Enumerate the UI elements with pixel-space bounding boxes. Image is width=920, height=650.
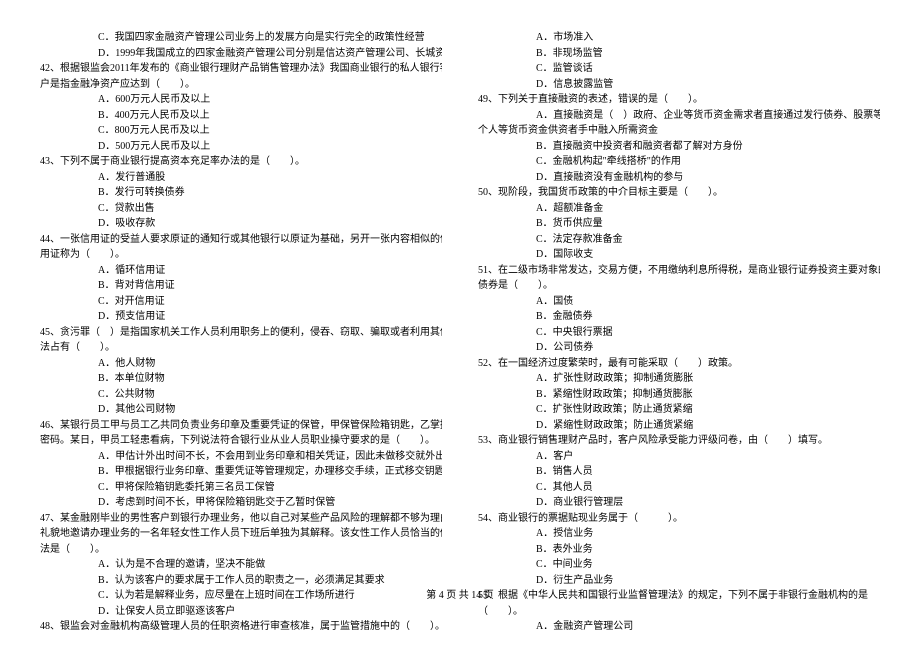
right-line: B．销售人员	[478, 464, 880, 480]
left-line: B．发行可转换债券	[40, 185, 442, 201]
left-line: D．考虑到时间不长，甲将保险箱钥匙交于乙暂时保管	[40, 495, 442, 511]
right-line: C．其他人员	[478, 480, 880, 496]
left-line: 43、下列不属于商业银行提高资本充足率办法的是（ ）。	[40, 154, 442, 170]
right-line: A．国债	[478, 294, 880, 310]
right-line: D．信息披露监管	[478, 77, 880, 93]
left-line: D．其他公司财物	[40, 402, 442, 418]
right-line: A．市场准入	[478, 30, 880, 46]
right-line: 52、在一国经济过度繁荣时，最有可能采取（ ）政策。	[478, 356, 880, 372]
right-line: （ ）。	[478, 604, 880, 620]
right-line: B．表外业务	[478, 542, 880, 558]
left-line: D．500万元人民币及以上	[40, 139, 442, 155]
right-line: 53、商业银行销售理财产品时，客户风险承受能力评级问卷，由（ ）填写。	[478, 433, 880, 449]
left-line: 46、某银行员工甲与员工乙共同负责业务印章及重要凭证的保管，甲保管保险箱钥匙，乙…	[40, 418, 442, 434]
right-line: B．金融债券	[478, 309, 880, 325]
left-line: B．背对背信用证	[40, 278, 442, 294]
right-line: A．金融资产管理公司	[478, 619, 880, 635]
left-line: C．我国四家金融资产管理公司业务上的发展方向是实行完全的政策性经营	[40, 30, 442, 46]
right-line: B．非现场监管	[478, 46, 880, 62]
right-line: 50、现阶段，我国货币政策的中介目标主要是（ ）。	[478, 185, 880, 201]
left-line: C．800万元人民币及以上	[40, 123, 442, 139]
left-line: D．预支信用证	[40, 309, 442, 325]
right-line: A．授信业务	[478, 526, 880, 542]
left-line: 礼貌地邀请办理业务的一名年轻女性工作人员下班后单独为其解释。该女性工作人员恰当的…	[40, 526, 442, 542]
right-line: A．扩张性财政政策；抑制通货膨胀	[478, 371, 880, 387]
right-line: C．金融机构起"牵线搭桥"的作用	[478, 154, 880, 170]
left-line: A．600万元人民币及以上	[40, 92, 442, 108]
left-line: A．他人财物	[40, 356, 442, 372]
left-line: 户是指金融净资产应达到（ ）。	[40, 77, 442, 93]
right-line: A．超额准备金	[478, 201, 880, 217]
left-line: 密码。某日，甲员工轻患看病，下列说法符合银行业从业人员职业操守要求的是（ ）。	[40, 433, 442, 449]
right-line: A．客户	[478, 449, 880, 465]
left-line: A．循环信用证	[40, 263, 442, 279]
left-line: A．发行普通股	[40, 170, 442, 186]
left-line: 用证称为（ ）。	[40, 247, 442, 263]
left-line: D．吸收存款	[40, 216, 442, 232]
right-line: D．公司债券	[478, 340, 880, 356]
left-line: C．对开信用证	[40, 294, 442, 310]
right-line: 个人等货币资金供资者手中融入所需资金	[478, 123, 880, 139]
right-line: 54、商业银行的票据贴现业务属于（ ）。	[478, 511, 880, 527]
right-line: D．直接融资没有金融机构的参与	[478, 170, 880, 186]
right-line: 55、根据《中华人民共和国银行业监督管理法》的规定，下列不属于非银行金融机构的是	[478, 588, 880, 604]
left-line: 法占有（ ）。	[40, 340, 442, 356]
right-line: C．监管谈话	[478, 61, 880, 77]
left-line: B．甲根据银行业务印章、重要凭证等管理规定，办理移交手续，正式移交钥匙后外出看病	[40, 464, 442, 480]
left-line: 45、贪污罪（ ）是指国家机关工作人员利用职务上的便利，侵吞、窃取、骗取或者利用…	[40, 325, 442, 341]
left-line: D．1999年我国成立的四家金融资产管理公司分别是信达资产管理公司、长城资产管理…	[40, 46, 442, 62]
left-line: B．本单位财物	[40, 371, 442, 387]
right-line: C．中央银行票据	[478, 325, 880, 341]
exam-page: C．我国四家金融资产管理公司业务上的发展方向是实行完全的政策性经营D．1999年…	[0, 0, 920, 580]
right-line: C．扩张性财政政策；防止通货紧缩	[478, 402, 880, 418]
right-line: D．衍生产品业务	[478, 573, 880, 589]
left-line: 44、一张信用证的受益人要求原证的通知行或其他银行以原证为基础，另开一张内容相似…	[40, 232, 442, 248]
left-line: C．认为若是解释业务，应尽量在上班时间在工作场所进行	[40, 588, 442, 604]
left-line: 47、某金融刚毕业的男性客户到银行办理业务，他以自己对某些产品风险的理解都不够为…	[40, 511, 442, 527]
left-line: 法是（ ）。	[40, 542, 442, 558]
right-line: D．商业银行管理层	[478, 495, 880, 511]
left-line: B．400万元人民币及以上	[40, 108, 442, 124]
left-line: 42、根据银监会2011年发布的《商业银行理财产品销售管理办法》我国商业银行的私…	[40, 61, 442, 77]
left-line: C．贷款出售	[40, 201, 442, 217]
right-line: D．紧缩性财政政策；防止通货紧缩	[478, 418, 880, 434]
right-line: C．法定存款准备金	[478, 232, 880, 248]
left-line: D．让保安人员立即驱逐该客户	[40, 604, 442, 620]
right-line: B．紧缩性财政政策；抑制通货膨胀	[478, 387, 880, 403]
right-line: 49、下列关于直接融资的表述，错误的是（ ）。	[478, 92, 880, 108]
right-line: A．直接融资是（ ）政府、企业等货币资金需求者直接通过发行债券、股票等形式，从机…	[478, 108, 880, 124]
left-line: 48、银监会对金融机构高级管理人员的任职资格进行审查核准，属于监管措施中的（ ）…	[40, 619, 442, 635]
right-line: 51、在二级市场非常发达，交易方便，不用缴纳利息所得税，是商业银行证券投资主要对…	[478, 263, 880, 279]
left-line: A．认为是不合理的邀请，坚决不能做	[40, 557, 442, 573]
right-line: D．国际收支	[478, 247, 880, 263]
right-line: 债券是（ ）。	[478, 278, 880, 294]
left-column: C．我国四家金融资产管理公司业务上的发展方向是实行完全的政策性经营D．1999年…	[40, 30, 460, 580]
right-column: A．市场准入B．非现场监管C．监管谈话D．信息披露监管49、下列关于直接融资的表…	[460, 30, 880, 580]
left-line: C．公共财物	[40, 387, 442, 403]
right-line: B．货币供应量	[478, 216, 880, 232]
right-line: C．中间业务	[478, 557, 880, 573]
left-line: C．甲将保险箱钥匙委托第三名员工保管	[40, 480, 442, 496]
left-line: A．甲估计外出时间不长，不会用到业务印章和相关凭证，因此未做移交就外出看病	[40, 449, 442, 465]
left-line: B．认为该客户的要求属于工作人员的职责之一，必须满足其要求	[40, 573, 442, 589]
right-line: B．直接融资中投资者和融资者都了解对方身份	[478, 139, 880, 155]
